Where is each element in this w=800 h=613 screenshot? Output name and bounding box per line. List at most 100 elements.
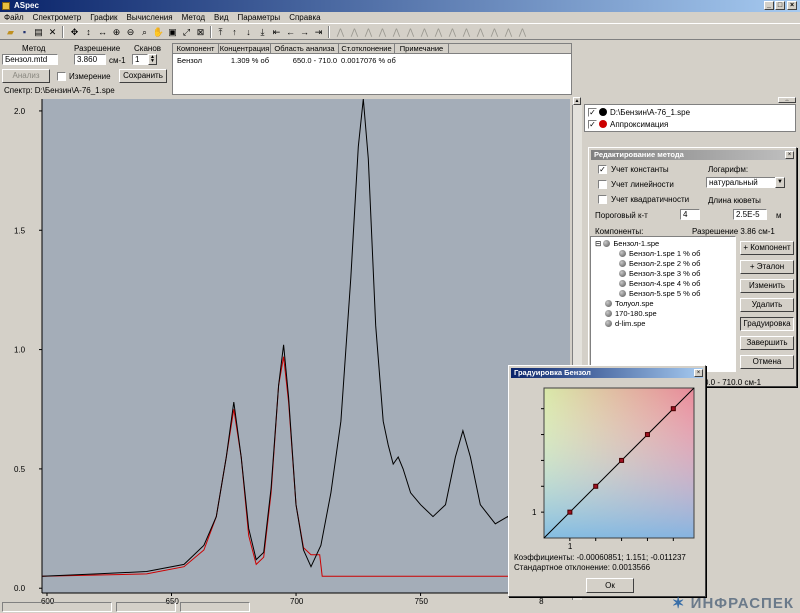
log-select[interactable]: натуральный: [706, 177, 776, 188]
quad-checkbox[interactable]: [598, 195, 607, 204]
zoom-in-icon[interactable]: ⊕: [110, 26, 123, 38]
table-cell[interactable]: [395, 56, 449, 66]
tree-node[interactable]: Бензол-4.spe 4 % об: [619, 279, 700, 288]
close-button[interactable]: ×: [787, 1, 797, 10]
shift-right-icon[interactable]: →: [298, 26, 311, 38]
table-cell[interactable]: Бензол: [175, 56, 204, 66]
column-header[interactable]: Примечание: [395, 44, 449, 54]
standard-icon: [619, 250, 626, 257]
peak-tool-icon[interactable]: ⋀: [488, 26, 501, 38]
resolution-field[interactable]: 3.860: [74, 54, 106, 65]
dialog-close-button[interactable]: ×: [785, 151, 794, 159]
tree-node[interactable]: Толуол.spe: [605, 299, 654, 308]
method-field[interactable]: Бензол.mtd: [2, 54, 58, 65]
hand-icon[interactable]: ✋: [152, 26, 165, 38]
analysis-button[interactable]: Анализ: [2, 69, 50, 83]
cancel-button[interactable]: Отмена: [740, 355, 794, 369]
calibration-close-button[interactable]: ×: [694, 369, 703, 377]
shift-up-icon[interactable]: ↑: [228, 26, 241, 38]
fit-icon[interactable]: ⤢: [180, 26, 193, 38]
peak-tool-icon[interactable]: ⋀: [362, 26, 375, 38]
tree-node[interactable]: Бензол-1.spe 1 % об: [619, 249, 700, 258]
delete-button[interactable]: Удалить: [740, 298, 794, 312]
shift-down-icon[interactable]: ↓: [242, 26, 255, 38]
scale-vertical-icon[interactable]: ↕: [82, 26, 95, 38]
menu-file[interactable]: Файл: [4, 12, 24, 23]
chevron-down-icon[interactable]: ▼: [775, 177, 785, 188]
column-header[interactable]: Область анализа: [271, 44, 339, 54]
tree-node[interactable]: Бензол-5.spe 5 % об: [619, 289, 700, 298]
measure-checkbox[interactable]: [57, 72, 66, 81]
threshold-field[interactable]: 4: [680, 209, 700, 220]
shift-left-end-icon[interactable]: ⇤: [270, 26, 283, 38]
reset-zoom-icon[interactable]: ⊠: [194, 26, 207, 38]
menu-calculations[interactable]: Вычисления: [127, 12, 173, 23]
scale-horizontal-icon[interactable]: ↔: [96, 26, 109, 38]
move-icon[interactable]: ✥: [68, 26, 81, 38]
peak-tool-icon[interactable]: ⋀: [446, 26, 459, 38]
ok-button[interactable]: Ок: [586, 578, 634, 593]
open-icon[interactable]: ▰: [4, 26, 17, 38]
peak-tool-icon[interactable]: ⋀: [334, 26, 347, 38]
spectrum-name[interactable]: D:\Бензин\А-76_1.spe: [610, 108, 690, 117]
peak-tool-icon[interactable]: ⋀: [516, 26, 529, 38]
approx-checkbox[interactable]: ✓: [588, 120, 597, 129]
maximize-button[interactable]: □: [775, 1, 785, 10]
calibration-button[interactable]: Градуировка: [740, 317, 794, 331]
edit-button[interactable]: Изменить: [740, 279, 794, 293]
approx-name[interactable]: Аппроксимация: [610, 120, 668, 129]
peak-tool-icon[interactable]: ⋀: [404, 26, 417, 38]
collapse-icon[interactable]: ⊟: [595, 239, 603, 248]
peak-tool-icon[interactable]: ⋀: [460, 26, 473, 38]
column-header[interactable]: Концентрация: [219, 44, 271, 54]
cell-length-field[interactable]: 2.5E-5: [733, 209, 767, 220]
print-icon[interactable]: ▤: [32, 26, 45, 38]
peak-tool-icon[interactable]: ⋀: [502, 26, 515, 38]
minimize-button[interactable]: _: [764, 1, 774, 10]
tree-node[interactable]: 170-180.spe: [605, 309, 657, 318]
menu-parameters[interactable]: Параметры: [238, 12, 281, 23]
zoom-rect-icon[interactable]: ▣: [166, 26, 179, 38]
menu-spectrometer[interactable]: Спектрометр: [33, 12, 82, 23]
peak-tool-icon[interactable]: ⋀: [390, 26, 403, 38]
finish-button[interactable]: Завершить: [740, 336, 794, 350]
shift-right-end-icon[interactable]: ⇥: [312, 26, 325, 38]
tree-node-label: Толуол.spe: [615, 299, 654, 308]
menu-method[interactable]: Метод: [182, 12, 205, 23]
peak-tool-icon[interactable]: ⋀: [474, 26, 487, 38]
peak-tool-icon[interactable]: ⋀: [432, 26, 445, 38]
spectrum-chart[interactable]: 0.00.51.01.52.0600 650 700 750 8: [2, 97, 572, 605]
tree-node[interactable]: d-lim.spe: [605, 319, 645, 328]
menu-graph[interactable]: График: [90, 12, 117, 23]
scroll-up-button[interactable]: ▲: [573, 97, 581, 105]
table-cell[interactable]: 0.0017076 % об: [339, 56, 396, 66]
peak-tool-icon[interactable]: ⋀: [376, 26, 389, 38]
table-cell[interactable]: 1.309 % об: [219, 56, 271, 66]
linear-checkbox[interactable]: [598, 180, 607, 189]
peak-tool-icon[interactable]: ⋀: [418, 26, 431, 38]
save-icon[interactable]: ▪: [18, 26, 31, 38]
column-header[interactable]: Компонент: [173, 44, 219, 54]
zoom-out-icon[interactable]: ⊖: [124, 26, 137, 38]
tree-node[interactable]: ⊟ Бензол-1.spe: [595, 239, 659, 248]
shift-top-icon[interactable]: ⤒: [214, 26, 227, 38]
table-cell[interactable]: 650.0 - 710.0: [271, 56, 339, 66]
spectrum-checkbox[interactable]: ✓: [588, 108, 597, 117]
add-standard-button[interactable]: + Эталон: [740, 260, 794, 274]
column-header[interactable]: Ст.отклонение: [339, 44, 395, 54]
save-button[interactable]: Сохранить: [119, 69, 167, 83]
scans-spinner[interactable]: ▲ ▼: [148, 54, 157, 65]
menu-view[interactable]: Вид: [214, 12, 228, 23]
peak-tool-icon[interactable]: ⋀: [348, 26, 361, 38]
delete-icon[interactable]: ✕: [46, 26, 59, 38]
tree-node[interactable]: Бензол-3.spe 3 % об: [619, 269, 700, 278]
scans-field[interactable]: 1: [132, 54, 148, 65]
tree-node[interactable]: Бензол-2.spe 2 % об: [619, 259, 700, 268]
zoom-icon[interactable]: ⌕: [138, 26, 151, 38]
shift-bottom-icon[interactable]: ⤓: [256, 26, 269, 38]
const-checkbox[interactable]: ✓: [598, 165, 607, 174]
shift-left-icon[interactable]: ←: [284, 26, 297, 38]
add-component-button[interactable]: + Компонент: [740, 241, 794, 255]
panel-size-button[interactable]: ↔: [778, 97, 796, 103]
menu-help[interactable]: Справка: [289, 12, 320, 23]
